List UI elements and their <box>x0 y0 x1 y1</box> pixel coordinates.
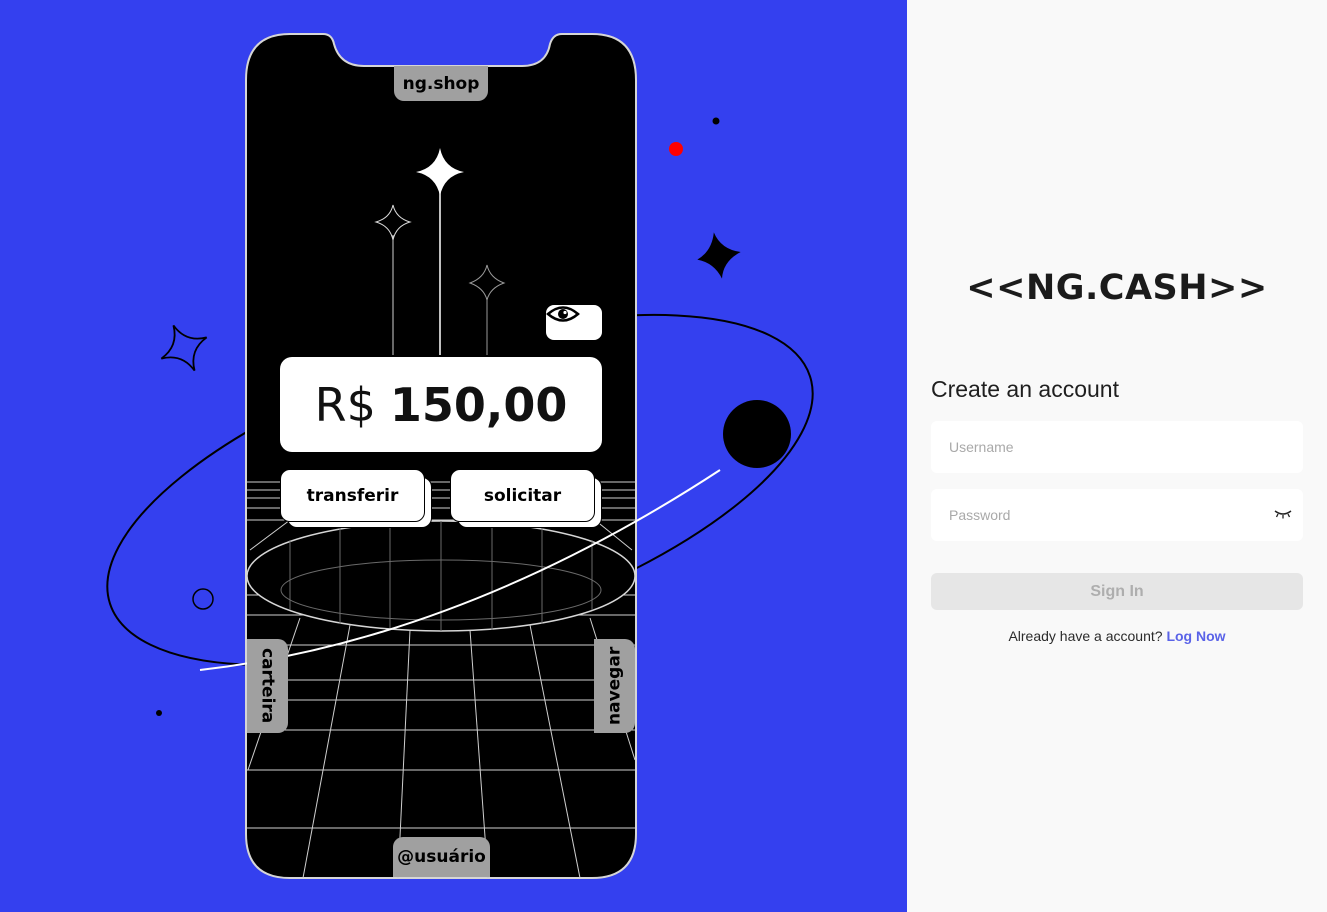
sparkle-outline-icon <box>160 324 208 372</box>
phone-eye-button <box>546 305 602 340</box>
phone-balance-card: R$ 150,00 <box>280 357 602 452</box>
signup-panel: <<NG.CASH>> Create an account Sign In Al… <box>907 0 1327 912</box>
phone-request-button: solicitar <box>450 469 595 522</box>
balance-amount: 150,00 <box>389 377 568 432</box>
password-visibility-toggle[interactable] <box>1273 506 1293 522</box>
planet <box>723 400 791 468</box>
username-input[interactable] <box>931 421 1303 473</box>
hero-artwork <box>106 33 814 879</box>
login-switch: Already have a account? Log Now <box>907 628 1327 644</box>
eye-closed-icon <box>1274 510 1292 519</box>
log-now-link[interactable]: Log Now <box>1166 628 1225 644</box>
phone-tab-user: @usuário <box>393 837 490 877</box>
balance-currency: R$ <box>314 377 376 432</box>
phone-transfer-button: transferir <box>280 469 425 522</box>
dot <box>156 710 162 716</box>
password-field-wrap <box>931 489 1303 541</box>
hero-illustration: ng.shop @usuário carteira navegar R$ 150… <box>0 0 907 912</box>
eye-icon <box>546 306 580 322</box>
form-title: Create an account <box>931 376 1119 402</box>
red-dot <box>669 142 683 156</box>
switch-text: Already have a account? <box>1008 628 1163 644</box>
phone-tab-shop: ng.shop <box>394 66 488 101</box>
app-logo: <<NG.CASH>> <box>966 268 1268 308</box>
ring-dot <box>192 588 214 610</box>
password-input[interactable] <box>931 489 1303 541</box>
username-field-wrap <box>931 421 1303 473</box>
sign-in-button[interactable]: Sign In <box>931 573 1303 610</box>
phone-tab-browse: navegar <box>594 639 635 733</box>
sparkle-icon <box>697 232 741 279</box>
dot <box>712 117 720 125</box>
phone-tab-wallet: carteira <box>247 639 288 733</box>
